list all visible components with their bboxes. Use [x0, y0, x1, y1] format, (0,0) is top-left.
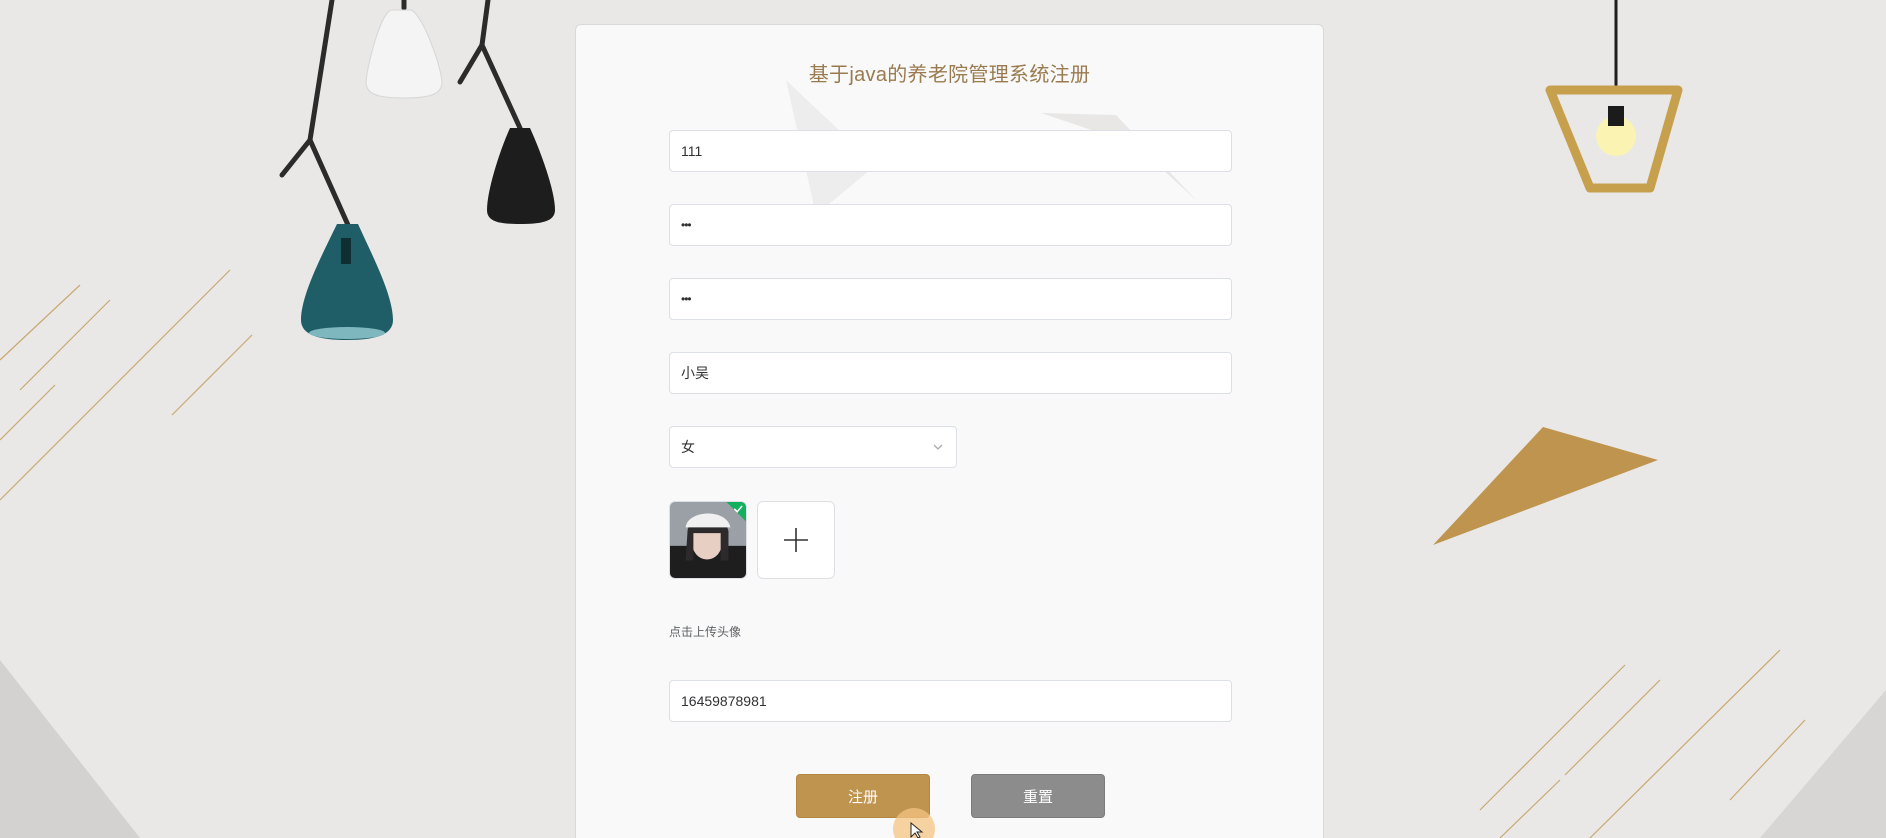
- password-input[interactable]: •••: [669, 204, 1232, 246]
- password-value: •••: [681, 218, 692, 232]
- gold-lines-left: [0, 269, 253, 501]
- gold-lines-right: [1479, 649, 1806, 838]
- reset-button[interactable]: 重置: [971, 774, 1105, 818]
- page-title: 基于java的养老院管理系统注册: [808, 64, 1091, 86]
- bg-triangle-bottom-left: [0, 660, 140, 838]
- plus-icon: [784, 528, 808, 552]
- name-input[interactable]: 小吴: [669, 352, 1232, 394]
- register-card: 基于java的养老院管理系统注册 111 ••• ••• 小吴 女 点击上传头像…: [575, 24, 1324, 838]
- account-input[interactable]: 111: [669, 130, 1232, 172]
- bg-triangle-bottom-right: [1760, 690, 1886, 838]
- avatar-image: [670, 502, 746, 578]
- name-value: 小吴: [681, 365, 709, 381]
- gold-triangle: [1433, 427, 1658, 545]
- pointer-cursor-icon: [910, 822, 924, 838]
- white-lamp: [365, 9, 443, 99]
- avatar-thumbnail[interactable]: [669, 501, 747, 579]
- upload-hint: 点击上传头像: [669, 625, 742, 639]
- phone-input[interactable]: 16459878981: [669, 680, 1232, 722]
- black-lamp: [487, 128, 555, 224]
- gender-select[interactable]: 女: [669, 426, 957, 468]
- phone-value: 16459878981: [681, 693, 767, 709]
- confirm-password-value: •••: [681, 292, 692, 306]
- chevron-down-icon: [933, 444, 943, 450]
- gender-value: 女: [681, 439, 695, 455]
- account-value: 111: [681, 143, 703, 159]
- confirm-password-input[interactable]: •••: [669, 278, 1232, 320]
- add-avatar-button[interactable]: [757, 501, 835, 579]
